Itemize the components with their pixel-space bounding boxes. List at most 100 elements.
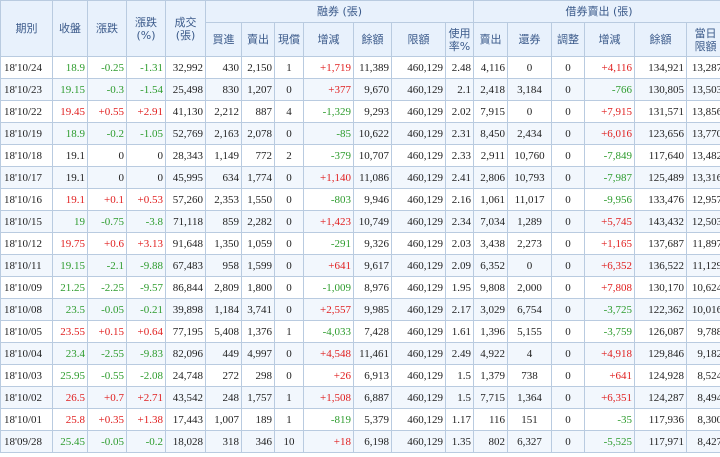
cell-b-balance: 133,476 (634, 188, 688, 211)
cell-m-repay: 0 (274, 232, 304, 255)
cell-m-sell: 1,774 (241, 166, 275, 189)
cell-b-return: 3,184 (507, 78, 553, 101)
cell-b-balance: 125,489 (634, 166, 688, 189)
cell-b-change: +6,352 (584, 254, 636, 277)
cell-b-sell: 1,061 (473, 188, 509, 211)
cell-volume: 41,130 (165, 100, 206, 123)
cell-b-return: 0 (507, 100, 553, 123)
cell-change: +0.7 (87, 386, 127, 409)
cell-b-change: +4,116 (584, 56, 636, 79)
cell-b-change: -5,525 (584, 430, 636, 453)
cell-volume: 71,118 (165, 210, 206, 233)
cell-b-balance: 122,362 (634, 298, 688, 321)
cell-b-sell: 6,352 (473, 254, 509, 277)
cell-b-return: 10,760 (507, 144, 553, 167)
cell-b-sell: 2,418 (473, 78, 509, 101)
cell-b-sell: 2,806 (473, 166, 509, 189)
cell-close: 19.1 (52, 144, 88, 167)
cell-b-today-limit: 8,494 (686, 386, 720, 409)
cell-b-balance: 136,522 (634, 254, 688, 277)
cell-m-sell: 189 (241, 408, 275, 431)
cell-m-balance: 9,670 (353, 78, 392, 101)
cell-b-adjust: 0 (551, 364, 586, 387)
cell-b-sell: 3,029 (473, 298, 509, 321)
cell-m-balance: 5,379 (353, 408, 392, 431)
col-header-margin-change: 增減 (303, 22, 354, 57)
cell-m-sell: 346 (241, 430, 275, 453)
cell-change: +0.1 (87, 188, 127, 211)
cell-close: 18.9 (52, 122, 88, 145)
cell-date: 18'10/16 (0, 188, 53, 211)
cell-change: -0.55 (87, 364, 127, 387)
col-header-borrow-change: 增減 (584, 22, 636, 57)
cell-b-today-limit: 12,503 (686, 210, 720, 233)
cell-m-buy: 449 (205, 342, 242, 365)
cell-m-buy: 2,212 (205, 100, 242, 123)
cell-b-return: 6,327 (507, 430, 553, 453)
cell-m-buy: 272 (205, 364, 242, 387)
cell-change-pct: +0.53 (126, 188, 166, 211)
cell-b-return: 2,273 (507, 232, 553, 255)
cell-m-sell: 4,997 (241, 342, 275, 365)
col-header-margin-repay: 現償 (274, 22, 304, 57)
col-header-change-pct: 漲跌 (%) (126, 0, 166, 57)
cell-m-limit: 460,129 (391, 56, 446, 79)
cell-m-change: +26 (303, 364, 354, 387)
cell-m-usage: 2.48 (444, 56, 475, 79)
cell-b-return: 10,793 (507, 166, 553, 189)
cell-volume: 18,028 (165, 430, 206, 453)
cell-b-return: 2,434 (507, 122, 553, 145)
table-row: 18'10/02 26.5 +0.7 +2.71 43,542 248 1,757 1 +1,5… (0, 386, 720, 409)
cell-b-return: 6,754 (507, 298, 553, 321)
cell-m-usage: 2.31 (444, 122, 475, 145)
cell-m-change: -819 (303, 408, 354, 431)
cell-b-return: 4 (507, 342, 553, 365)
cell-m-change: +18 (303, 430, 354, 453)
cell-m-buy: 634 (205, 166, 242, 189)
cell-m-change: -291 (303, 232, 354, 255)
cell-b-balance: 130,805 (634, 78, 688, 101)
cell-b-change: -7,987 (584, 166, 636, 189)
cell-b-adjust: 0 (551, 122, 586, 145)
cell-change: +0.6 (87, 232, 127, 255)
cell-b-today-limit: 10,016 (686, 298, 720, 321)
cell-b-sell: 4,116 (473, 56, 509, 79)
cell-date: 18'10/18 (0, 144, 53, 167)
cell-volume: 52,769 (165, 122, 206, 145)
margin-trading-table: 期別 收盤 漲跌 漲跌 (%) 成交 (張) 融券 (張) 借券賣出 (張) 買… (0, 0, 720, 453)
cell-m-usage: 2.41 (444, 166, 475, 189)
cell-date: 18'10/17 (0, 166, 53, 189)
cell-close: 23.5 (52, 298, 88, 321)
cell-m-buy: 830 (205, 78, 242, 101)
cell-close: 18.9 (52, 56, 88, 79)
cell-b-adjust: 0 (551, 210, 586, 233)
cell-b-sell: 1,379 (473, 364, 509, 387)
cell-b-adjust: 0 (551, 386, 586, 409)
cell-m-sell: 2,150 (241, 56, 275, 79)
cell-m-limit: 460,129 (391, 232, 446, 255)
cell-m-sell: 1,800 (241, 276, 275, 299)
cell-volume: 32,992 (165, 56, 206, 79)
cell-b-today-limit: 9,788 (686, 320, 720, 343)
cell-close: 19 (52, 210, 88, 233)
cell-b-today-limit: 13,770 (686, 122, 720, 145)
cell-m-usage: 1.61 (444, 320, 475, 343)
cell-m-change: -379 (303, 144, 354, 167)
cell-date: 18'10/15 (0, 210, 53, 233)
cell-m-balance: 11,086 (353, 166, 392, 189)
cell-m-change: +641 (303, 254, 354, 277)
cell-m-repay: 0 (274, 188, 304, 211)
col-header-borrow-balance: 餘額 (634, 22, 688, 57)
cell-m-balance: 9,617 (353, 254, 392, 277)
cell-m-usage: 1.35 (444, 430, 475, 453)
table-row: 18'10/11 19.15 -2.1 -9.88 67,483 958 1,599 0 +64… (0, 254, 720, 277)
col-header-change: 漲跌 (87, 0, 127, 57)
cell-m-balance: 11,389 (353, 56, 392, 79)
cell-b-balance: 117,640 (634, 144, 688, 167)
cell-b-return: 2,000 (507, 276, 553, 299)
cell-b-return: 1,289 (507, 210, 553, 233)
cell-change: +0.15 (87, 320, 127, 343)
cell-b-adjust: 0 (551, 298, 586, 321)
cell-m-usage: 1.5 (444, 364, 475, 387)
cell-volume: 24,748 (165, 364, 206, 387)
